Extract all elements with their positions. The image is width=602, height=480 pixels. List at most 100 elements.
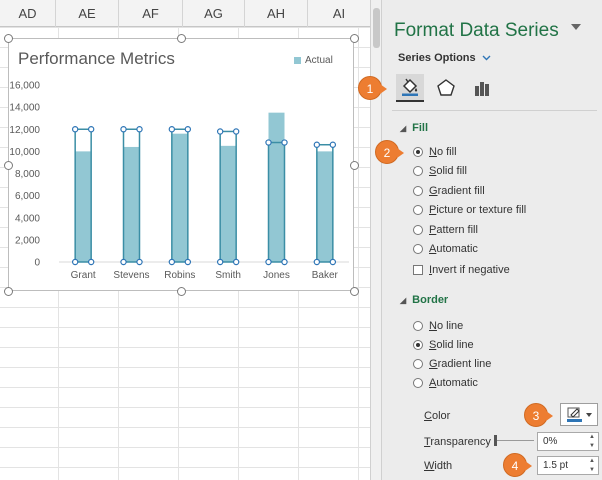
series-selection-handle [136,258,143,266]
fill-option-no-fill[interactable]: No fill [413,146,457,158]
column-header-ai[interactable]: AI [308,0,370,27]
series-selection-handle [232,258,240,266]
series-selection-handle [281,258,288,266]
series-selection-handle [184,126,192,133]
radio-solid-fill[interactable] [413,166,423,176]
pane-divider [392,110,597,111]
border-option-automatic[interactable]: Automatic [413,377,478,389]
bar-actual-baker [316,151,333,262]
fill-option-solid-fill[interactable]: Solid fill [413,165,467,177]
chart-resize-handle-top[interactable] [177,34,186,43]
radio-gradient-line[interactable] [413,359,423,369]
bar-actual-jones [268,112,285,262]
chart-resize-handle-br[interactable] [350,287,359,296]
tab-effects[interactable] [432,74,460,102]
vertical-scrollbar[interactable] [370,0,382,480]
spin-up-icon[interactable]: ▲ [586,457,598,465]
column-header-af[interactable]: AF [119,0,183,27]
radio-picture-fill[interactable] [413,205,423,215]
series-selection-handle [120,126,127,133]
chart-resize-handle-bottom[interactable] [177,287,186,296]
tab-fill-line[interactable] [396,74,424,102]
transparency-slider-thumb[interactable] [494,435,497,446]
series-selection-handle [71,258,79,266]
bar-actual-grant [75,151,92,262]
pen-color-icon [566,407,582,422]
spin-down-icon[interactable]: ▼ [586,466,598,474]
series-selection-handle [265,258,272,266]
series-selection-handle [216,258,224,266]
radio-pattern-fill[interactable] [413,225,423,235]
spin-up-icon[interactable]: ▲ [586,433,598,441]
y-tick-label: 10,000 [9,147,40,158]
radio-fill-automatic[interactable] [413,244,423,254]
chart-resize-handle-left[interactable] [4,161,13,170]
paint-bucket-icon [402,78,418,96]
border-option-solid-line[interactable]: Solid line [413,339,474,351]
invert-if-negative-option[interactable]: Invert if negative [413,264,510,276]
tab-series-options[interactable] [468,74,496,102]
series-selection-handle [313,258,321,266]
transparency-spinner[interactable]: ▲ ▼ [537,432,599,451]
callout-3: 3 [524,403,553,427]
label-border-automatic: Automatic [429,377,478,389]
border-option-gradient-line[interactable]: Gradient line [413,358,491,370]
label-gradient-fill: Gradient fill [429,185,485,197]
border-option-no-line[interactable]: No line [413,320,463,332]
series-options-label: Series Options [398,52,476,64]
column-header-ae[interactable]: AE [56,0,119,27]
border-section-header[interactable]: ◢ Border [400,294,448,306]
fill-heading: Fill [412,122,429,134]
series-options-dropdown[interactable]: Series Options [398,52,491,64]
callout-1: 1 [358,76,387,100]
fill-option-picture-fill[interactable]: Picture or texture fill [413,204,526,216]
color-label: Color [424,410,451,422]
column-header-ah[interactable]: AH [245,0,308,27]
y-tick-label: 16,000 [9,81,40,92]
border-heading: Border [412,294,449,306]
chart-resize-handle-tr[interactable] [350,34,359,43]
transparency-slider[interactable] [494,435,534,446]
column-header-ad[interactable]: AD [0,0,56,27]
pane-title: Format Data Series [394,20,559,41]
series-selection-handle [168,126,176,133]
label-no-fill: No fill [429,146,457,158]
series-selection-handle [329,258,337,266]
callout-2: 2 [375,140,404,164]
chart-resize-handle-right[interactable] [350,161,359,170]
y-tick-label: 12,000 [9,125,40,136]
outline-color-button[interactable] [560,403,598,426]
y-tick-label: 8,000 [15,169,40,180]
width-spinner[interactable]: ▲ ▼ [537,456,599,475]
fill-option-automatic[interactable]: Automatic [413,243,478,255]
fill-option-pattern-fill[interactable]: Pattern fill [413,224,478,236]
label-solid-line: Solid line [429,339,474,351]
fill-section-header[interactable]: ◢ Fill [400,122,428,134]
pentagon-icon [437,79,455,96]
radio-solid-line[interactable] [413,340,423,350]
series-selection-handle [136,126,143,133]
checkbox-invert-if-negative[interactable] [413,265,423,275]
radio-border-automatic[interactable] [413,378,423,388]
series-selection-handle [313,141,321,148]
x-tick-label-smith: Smith [215,270,241,281]
y-tick-label: 2,000 [15,235,40,246]
chart-resize-handle-bl[interactable] [4,287,13,296]
series-selection-handle [87,258,95,266]
fill-option-gradient-fill[interactable]: Gradient fill [413,185,485,197]
chart-resize-handle-tl[interactable] [4,34,13,43]
spreadsheet-area: AD AE AF AG AH AI Performance Metrics Ac… [0,0,370,480]
column-header-ag[interactable]: AG [183,0,245,27]
scrollbar-thumb[interactable] [373,8,380,48]
radio-no-line[interactable] [413,321,423,331]
pane-options-dropdown-icon[interactable] [569,24,583,34]
chevron-down-icon [482,55,491,61]
radio-no-fill[interactable] [413,147,423,157]
chart-area[interactable]: Performance Metrics Actual 0 2,000 4,000 6,… [4,34,359,296]
spin-down-icon[interactable]: ▼ [586,442,598,450]
transparency-input[interactable] [538,433,586,450]
plot-area[interactable]: 0 2,000 4,000 6,000 8,000 10,000 12,000 14,000 1… [9,39,355,292]
width-input[interactable] [538,457,586,474]
label-gradient-line: Gradient line [429,358,492,370]
radio-gradient-fill[interactable] [413,186,423,196]
